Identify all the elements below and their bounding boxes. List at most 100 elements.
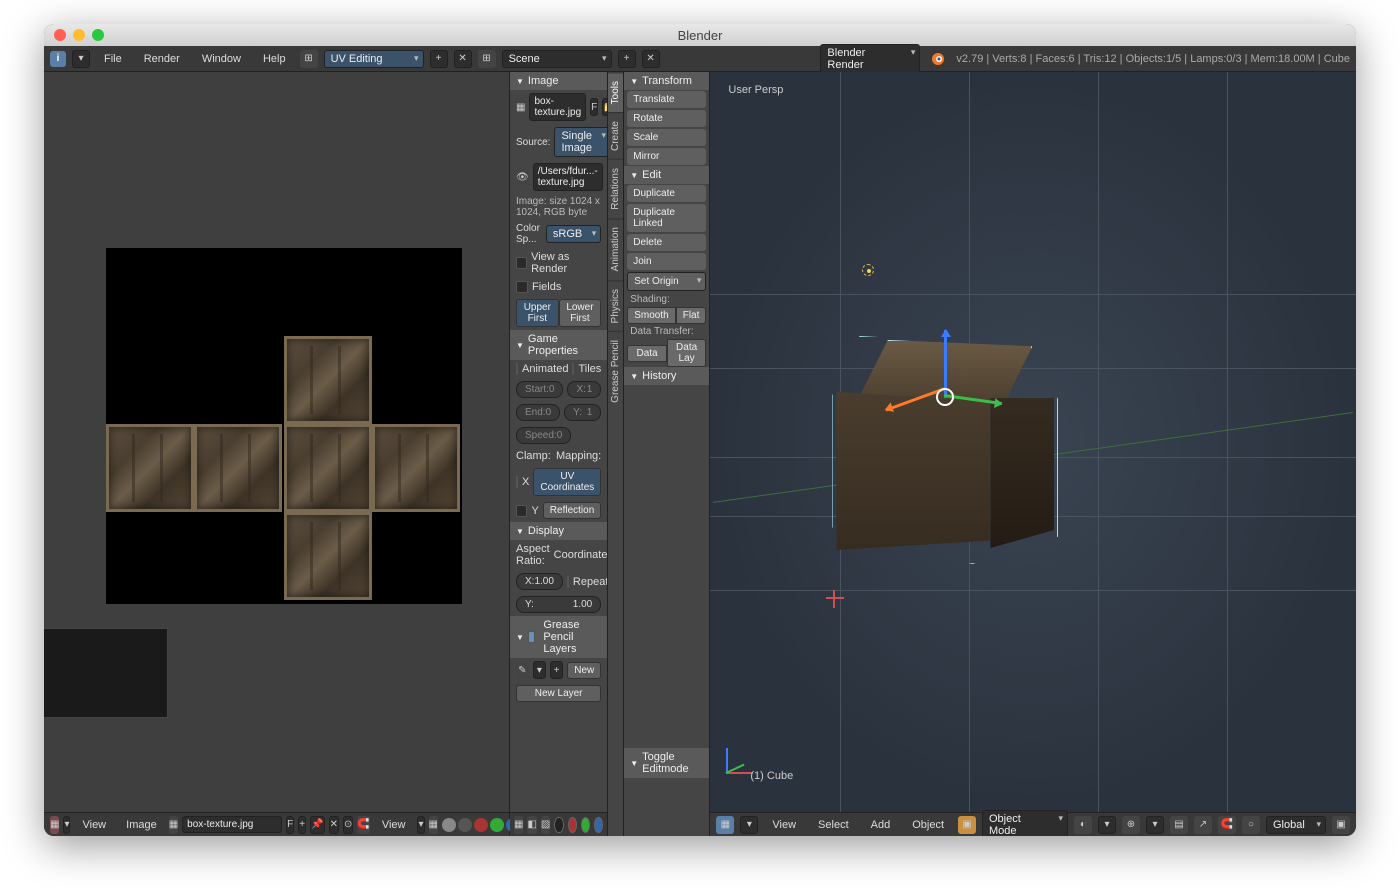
uv-footer-expand-icon[interactable]: ▾ <box>63 816 70 834</box>
menu-help[interactable]: Help <box>255 51 294 67</box>
menu-file[interactable]: File <box>96 51 130 67</box>
fields-checkbox[interactable] <box>516 281 528 293</box>
pivot-icon[interactable]: ⊙ <box>343 816 353 834</box>
editor-type-3d-icon[interactable]: ▦ <box>716 816 734 834</box>
filepath-icon[interactable]: 👁 <box>516 168 529 186</box>
aspect-x-field[interactable]: X:1.00 <box>516 573 563 590</box>
mask-icon[interactable]: ▨ <box>541 816 550 834</box>
info-dropdown-icon[interactable]: ▾ <box>72 50 90 68</box>
scene-add-button[interactable]: + <box>618 50 636 68</box>
clamp-y-checkbox[interactable] <box>516 505 527 517</box>
flat-button[interactable]: Flat <box>676 307 707 324</box>
scene-dropdown[interactable]: Scene <box>502 50 612 68</box>
view3d-select-menu[interactable]: Select <box>810 817 857 833</box>
aspect-y-field[interactable]: Y:1.00 <box>516 596 601 613</box>
layout-dropdown[interactable]: UV Editing <box>324 50 424 68</box>
color-red-icon[interactable] <box>568 817 577 833</box>
start-field[interactable]: Start:0 <box>516 381 563 398</box>
data-layout-button[interactable]: Data Lay <box>667 339 707 367</box>
upper-first-button[interactable]: Upper First <box>516 299 559 327</box>
info-icon[interactable]: i <box>50 51 66 67</box>
pivot-point-icon[interactable]: ⊕ <box>1122 816 1140 834</box>
snap-toggle-icon[interactable]: 🧲 <box>1218 816 1236 834</box>
color-blue-icon[interactable] <box>594 817 603 833</box>
layout-browse-icon[interactable]: ⊞ <box>300 50 318 68</box>
uv-image-menu[interactable]: Image <box>118 817 165 833</box>
grease-dropdown-icon[interactable]: ▾ <box>533 661 546 679</box>
uv-coordinates-button[interactable]: UV Coordinates <box>533 468 601 496</box>
toggle-editmode-header[interactable]: Toggle Editmode <box>624 748 709 778</box>
menu-render[interactable]: Render <box>136 51 188 67</box>
rotate-button[interactable]: Rotate <box>627 110 706 127</box>
reflection-button[interactable]: Reflection <box>543 502 601 519</box>
image-fakeuser-button[interactable]: F <box>286 816 294 834</box>
uv-view2-menu[interactable]: View <box>374 817 414 833</box>
layout-remove-button[interactable]: ✕ <box>454 50 472 68</box>
render-border-icon[interactable]: ▣ <box>1332 816 1350 834</box>
new-layer-button[interactable]: New Layer <box>516 685 601 702</box>
grease-panel-header[interactable]: Grease Pencil Layers <box>510 616 607 658</box>
tab-grease-pencil[interactable]: Grease Pencil <box>608 331 623 411</box>
view3d-canvas[interactable]: User Persp <box>710 72 1356 812</box>
scene-browse-icon[interactable]: ⊞ <box>478 50 496 68</box>
pivot-dd-icon[interactable]: ▾ <box>1146 816 1164 834</box>
duplicate-linked-button[interactable]: Duplicate Linked <box>627 204 706 232</box>
color-green-icon[interactable] <box>581 817 590 833</box>
edit-header[interactable]: Edit <box>624 166 709 184</box>
join-button[interactable]: Join <box>627 253 706 270</box>
tiles-checkbox[interactable] <box>572 363 574 375</box>
orientation-dropdown[interactable]: Global <box>1266 816 1326 834</box>
colorspace-dropdown[interactable]: sRGB <box>546 225 601 243</box>
image-panel-header[interactable]: Image <box>510 72 607 90</box>
clamp-x-checkbox[interactable] <box>516 476 518 488</box>
overlay-icon[interactable]: ◧ <box>527 816 536 834</box>
shading-sphere-icon[interactable]: ◐ <box>1074 816 1092 834</box>
cube-object[interactable] <box>836 340 1054 560</box>
game-props-header[interactable]: Game Properties <box>510 330 607 360</box>
filepath-field[interactable]: /Users/fdur...-texture.jpg <box>533 163 603 191</box>
tab-create[interactable]: Create <box>608 112 623 159</box>
grease-add-icon[interactable]: + <box>550 661 563 679</box>
view3d-expand-icon[interactable]: ▾ <box>740 816 758 834</box>
speed-field[interactable]: Speed:0 <box>516 427 571 444</box>
uv-channel-icon[interactable]: ▾ <box>417 816 424 834</box>
editor-type-icon[interactable]: ▦ <box>50 816 59 834</box>
repeat-checkbox[interactable] <box>567 576 569 588</box>
mode-dropdown[interactable]: Object Mode <box>982 810 1068 837</box>
image-name-field[interactable]: box-texture.jpg <box>182 816 282 833</box>
delete-button[interactable]: Delete <box>627 234 706 251</box>
uv-view-menu[interactable]: View <box>74 817 114 833</box>
manipulator-icon[interactable]: ↗ <box>1194 816 1212 834</box>
scale-button[interactable]: Scale <box>627 129 706 146</box>
tiles-y-field[interactable]: Y:1 <box>564 404 601 421</box>
history-header[interactable]: History <box>624 367 709 385</box>
image-filename-field[interactable]: box-texture.jpg <box>529 93 586 121</box>
end-field[interactable]: End:0 <box>516 404 560 421</box>
layers-icon[interactable]: ▤ <box>1170 816 1188 834</box>
smooth-button[interactable]: Smooth <box>627 307 675 324</box>
tab-physics[interactable]: Physics <box>608 280 623 331</box>
transform-header[interactable]: Transform <box>624 72 709 90</box>
shading-dd-icon[interactable]: ▾ <box>1098 816 1116 834</box>
translate-button[interactable]: Translate <box>627 91 706 108</box>
animated-checkbox[interactable] <box>516 363 518 375</box>
proportional-icon[interactable]: ○ <box>1242 816 1260 834</box>
lower-first-button[interactable]: Lower First <box>559 299 602 327</box>
mirror-button[interactable]: Mirror <box>627 148 706 165</box>
fake-user-button[interactable]: F <box>590 98 598 116</box>
source-dropdown[interactable]: Single Image <box>554 127 608 157</box>
menu-window[interactable]: Window <box>194 51 249 67</box>
color-black-icon[interactable] <box>554 817 563 833</box>
grease-new-button[interactable]: New <box>567 662 601 679</box>
shading-mode-icon[interactable]: ▦ <box>514 816 523 834</box>
duplicate-button[interactable]: Duplicate <box>627 185 706 202</box>
tab-relations[interactable]: Relations <box>608 159 623 218</box>
scene-remove-button[interactable]: ✕ <box>642 50 660 68</box>
image-browse-icon[interactable]: ▦ <box>169 816 178 834</box>
image-icon[interactable]: ▦ <box>516 98 525 116</box>
renderer-dropdown[interactable]: Blender Render <box>820 44 920 74</box>
view-as-render-checkbox[interactable] <box>516 257 527 269</box>
mode-icon[interactable]: ▣ <box>958 816 976 834</box>
tiles-x-field[interactable]: X:1 <box>567 381 601 398</box>
view3d-object-menu[interactable]: Object <box>904 817 952 833</box>
